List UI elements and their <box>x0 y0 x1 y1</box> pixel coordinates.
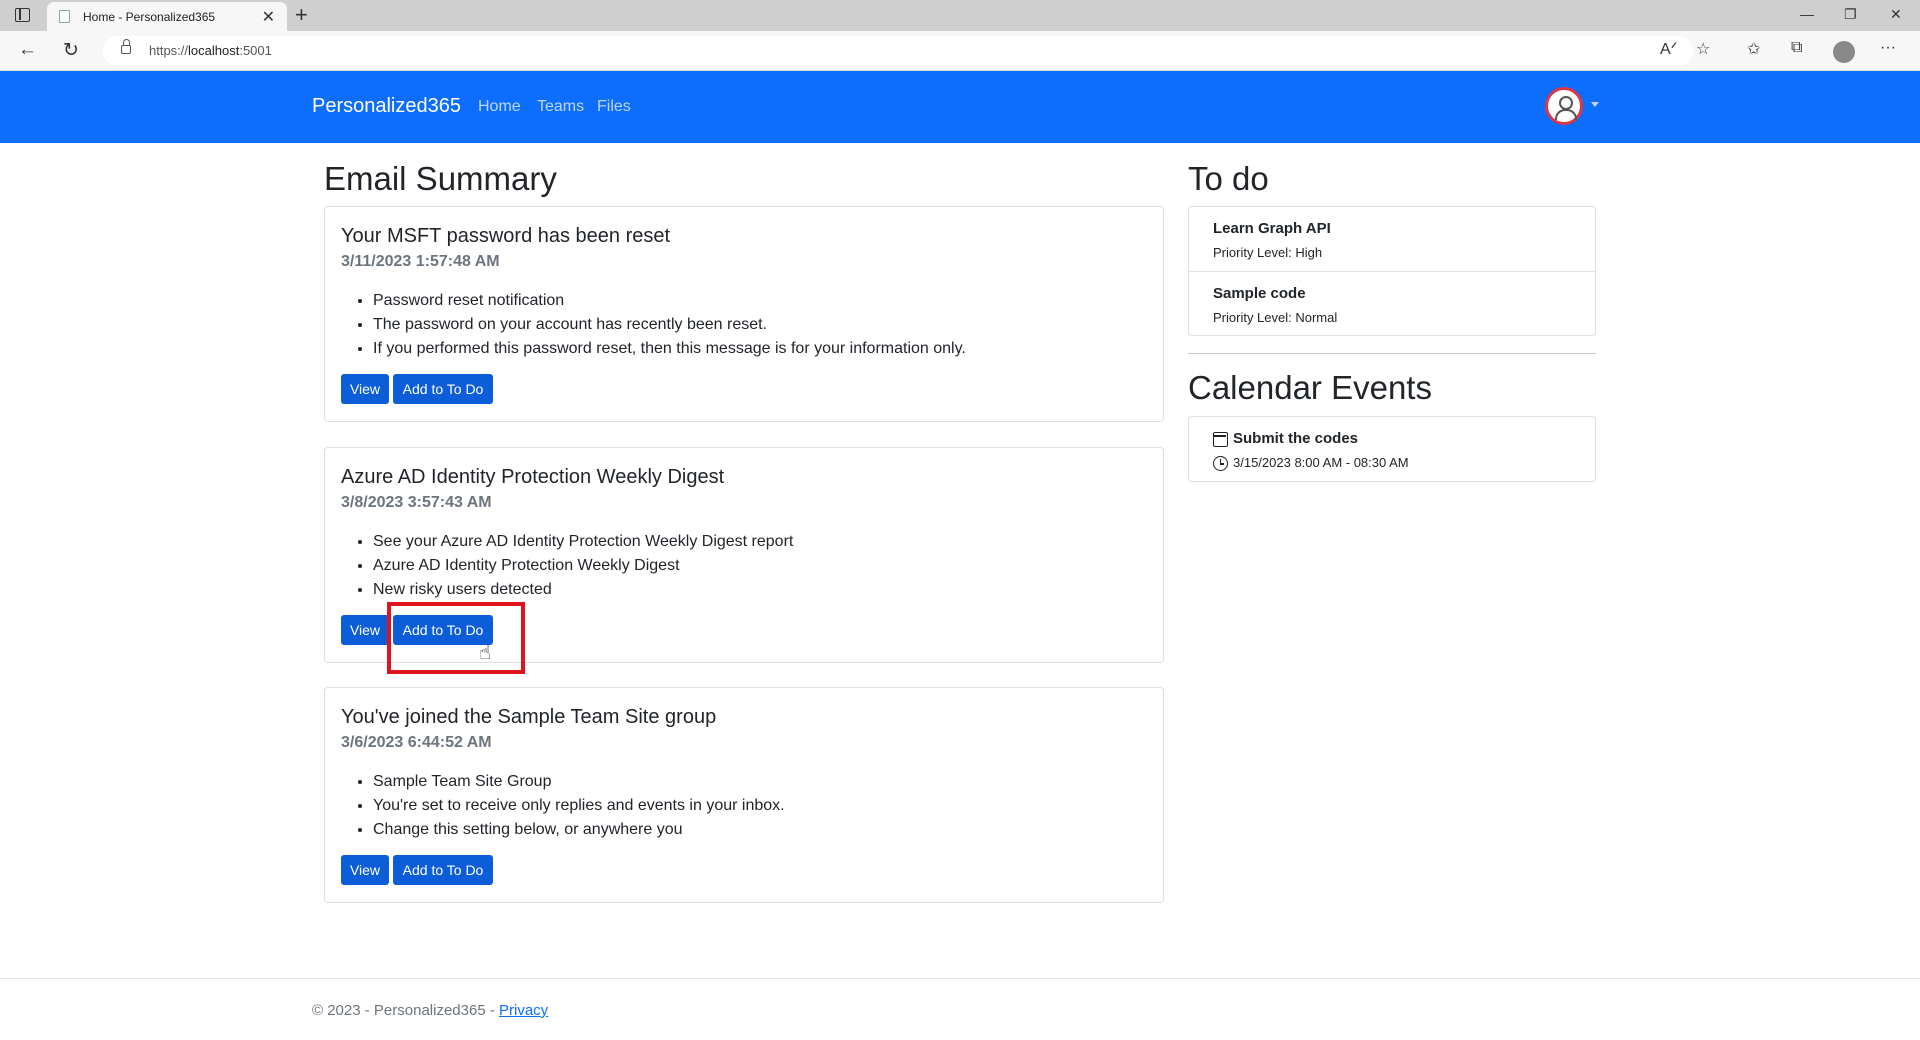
favorites-icon[interactable]: ✩ <box>1747 39 1760 59</box>
view-button[interactable]: View <box>341 374 389 404</box>
lock-icon <box>121 39 131 54</box>
email-subject: You've joined the Sample Team Site group <box>341 706 717 728</box>
privacy-link[interactable]: Privacy <box>499 1002 548 1019</box>
close-tab-icon[interactable]: ✕ <box>262 7 275 27</box>
browser-profile-icon[interactable] <box>1833 41 1855 63</box>
more-icon[interactable]: ··· <box>1880 39 1896 57</box>
email-bullet: Password reset notification <box>373 289 966 313</box>
email-card: You've joined the Sample Team Site group… <box>324 687 1164 903</box>
email-bullets: Sample Team Site Group You're set to rec… <box>373 770 785 842</box>
brand-link[interactable]: Personalized365 <box>312 95 461 118</box>
email-date: 3/11/2023 1:57:48 AM <box>341 253 500 270</box>
user-avatar-icon[interactable] <box>1545 87 1583 125</box>
email-subject: Azure AD Identity Protection Weekly Dige… <box>341 466 725 488</box>
tab-actions-icon[interactable] <box>15 8 30 22</box>
add-to-todo-button[interactable]: Add to To Do <box>393 855 493 885</box>
email-card: Your MSFT password has been reset 3/11/2… <box>324 206 1164 422</box>
hand-cursor-icon: ☝ <box>479 642 492 664</box>
restore-icon[interactable]: ❐ <box>1844 6 1857 23</box>
email-bullets: See your Azure AD Identity Protection We… <box>373 530 793 602</box>
todo-item[interactable]: Learn Graph API Priority Level: High <box>1189 207 1595 271</box>
tab-title: Home - Personalized365 <box>83 10 216 24</box>
email-bullet: The password on your account has recentl… <box>373 313 966 337</box>
email-bullet: Sample Team Site Group <box>373 770 785 794</box>
todo-item[interactable]: Sample code Priority Level: Normal <box>1189 271 1595 335</box>
todo-title: Learn Graph API <box>1213 220 1331 237</box>
todo-heading: To do <box>1188 160 1269 197</box>
nav-files[interactable]: Files <box>597 98 631 116</box>
email-bullet: See your Azure AD Identity Protection We… <box>373 530 793 554</box>
clock-icon <box>1213 456 1228 471</box>
email-bullet: New risky users detected <box>373 578 793 602</box>
nav-home[interactable]: Home <box>478 98 521 116</box>
back-icon[interactable]: ← <box>18 39 37 61</box>
email-bullet: You're set to receive only replies and e… <box>373 794 785 818</box>
app-navbar: Personalized365 Home Teams Files <box>0 71 1920 143</box>
calendar-icon <box>1213 432 1228 447</box>
close-window-icon[interactable]: ✕ <box>1890 6 1902 23</box>
read-aloud-icon[interactable]: Aᐟ <box>1660 39 1677 59</box>
nav-teams[interactable]: Teams <box>537 98 584 116</box>
email-date: 3/6/2023 6:44:52 AM <box>341 734 492 751</box>
email-bullet: Azure AD Identity Protection Weekly Dige… <box>373 554 793 578</box>
click-highlight-box <box>387 602 525 674</box>
minimize-icon[interactable]: — <box>1800 6 1814 22</box>
email-bullet: If you performed this password reset, th… <box>373 337 966 361</box>
divider <box>1188 353 1596 354</box>
collections-icon[interactable]: ⧉ <box>1791 39 1802 57</box>
event-title: Submit the codes <box>1233 430 1359 447</box>
event-time: 3/15/2023 8:00 AM - 08:30 AM <box>1233 455 1409 470</box>
footer-text: © 2023 - Personalized365 - Privacy <box>312 1002 549 1019</box>
address-bar: ← ↻ https://localhost:5001 Aᐟ ☆ ✩ ⧉ ··· <box>0 31 1920 71</box>
todo-priority: Priority Level: Normal <box>1213 310 1338 325</box>
todo-list: Learn Graph API Priority Level: High Sam… <box>1188 206 1596 336</box>
page-favicon-icon <box>59 10 70 23</box>
email-bullets: Password reset notification The password… <box>373 289 966 361</box>
view-button[interactable]: View <box>341 855 389 885</box>
refresh-icon[interactable]: ↻ <box>63 39 79 62</box>
footer: © 2023 - Personalized365 - Privacy <box>0 978 1920 1040</box>
todo-priority: Priority Level: High <box>1213 245 1323 260</box>
view-button[interactable]: View <box>341 615 389 645</box>
browser-tab-bar: Home - Personalized365 ✕ + — ❐ ✕ <box>0 0 1920 31</box>
todo-title: Sample code <box>1213 285 1306 302</box>
email-date: 3/8/2023 3:57:43 AM <box>341 494 492 511</box>
email-summary-heading: Email Summary <box>324 160 557 197</box>
calendar-heading: Calendar Events <box>1188 369 1432 406</box>
url-field[interactable]: https://localhost:5001 <box>103 36 1693 66</box>
url-text: https://localhost:5001 <box>149 43 272 58</box>
browser-tab[interactable]: Home - Personalized365 ✕ <box>47 2 287 31</box>
add-to-todo-button[interactable]: Add to To Do <box>393 374 493 404</box>
new-tab-icon[interactable]: + <box>295 2 308 28</box>
email-bullet: Change this setting below, or anywhere y… <box>373 818 785 842</box>
add-favorite-icon[interactable]: ☆ <box>1696 39 1710 59</box>
calendar-event[interactable]: Submit the codes 3/15/2023 8:00 AM - 08:… <box>1188 416 1596 482</box>
user-menu-caret-icon[interactable] <box>1591 102 1599 107</box>
email-subject: Your MSFT password has been reset <box>341 225 671 247</box>
